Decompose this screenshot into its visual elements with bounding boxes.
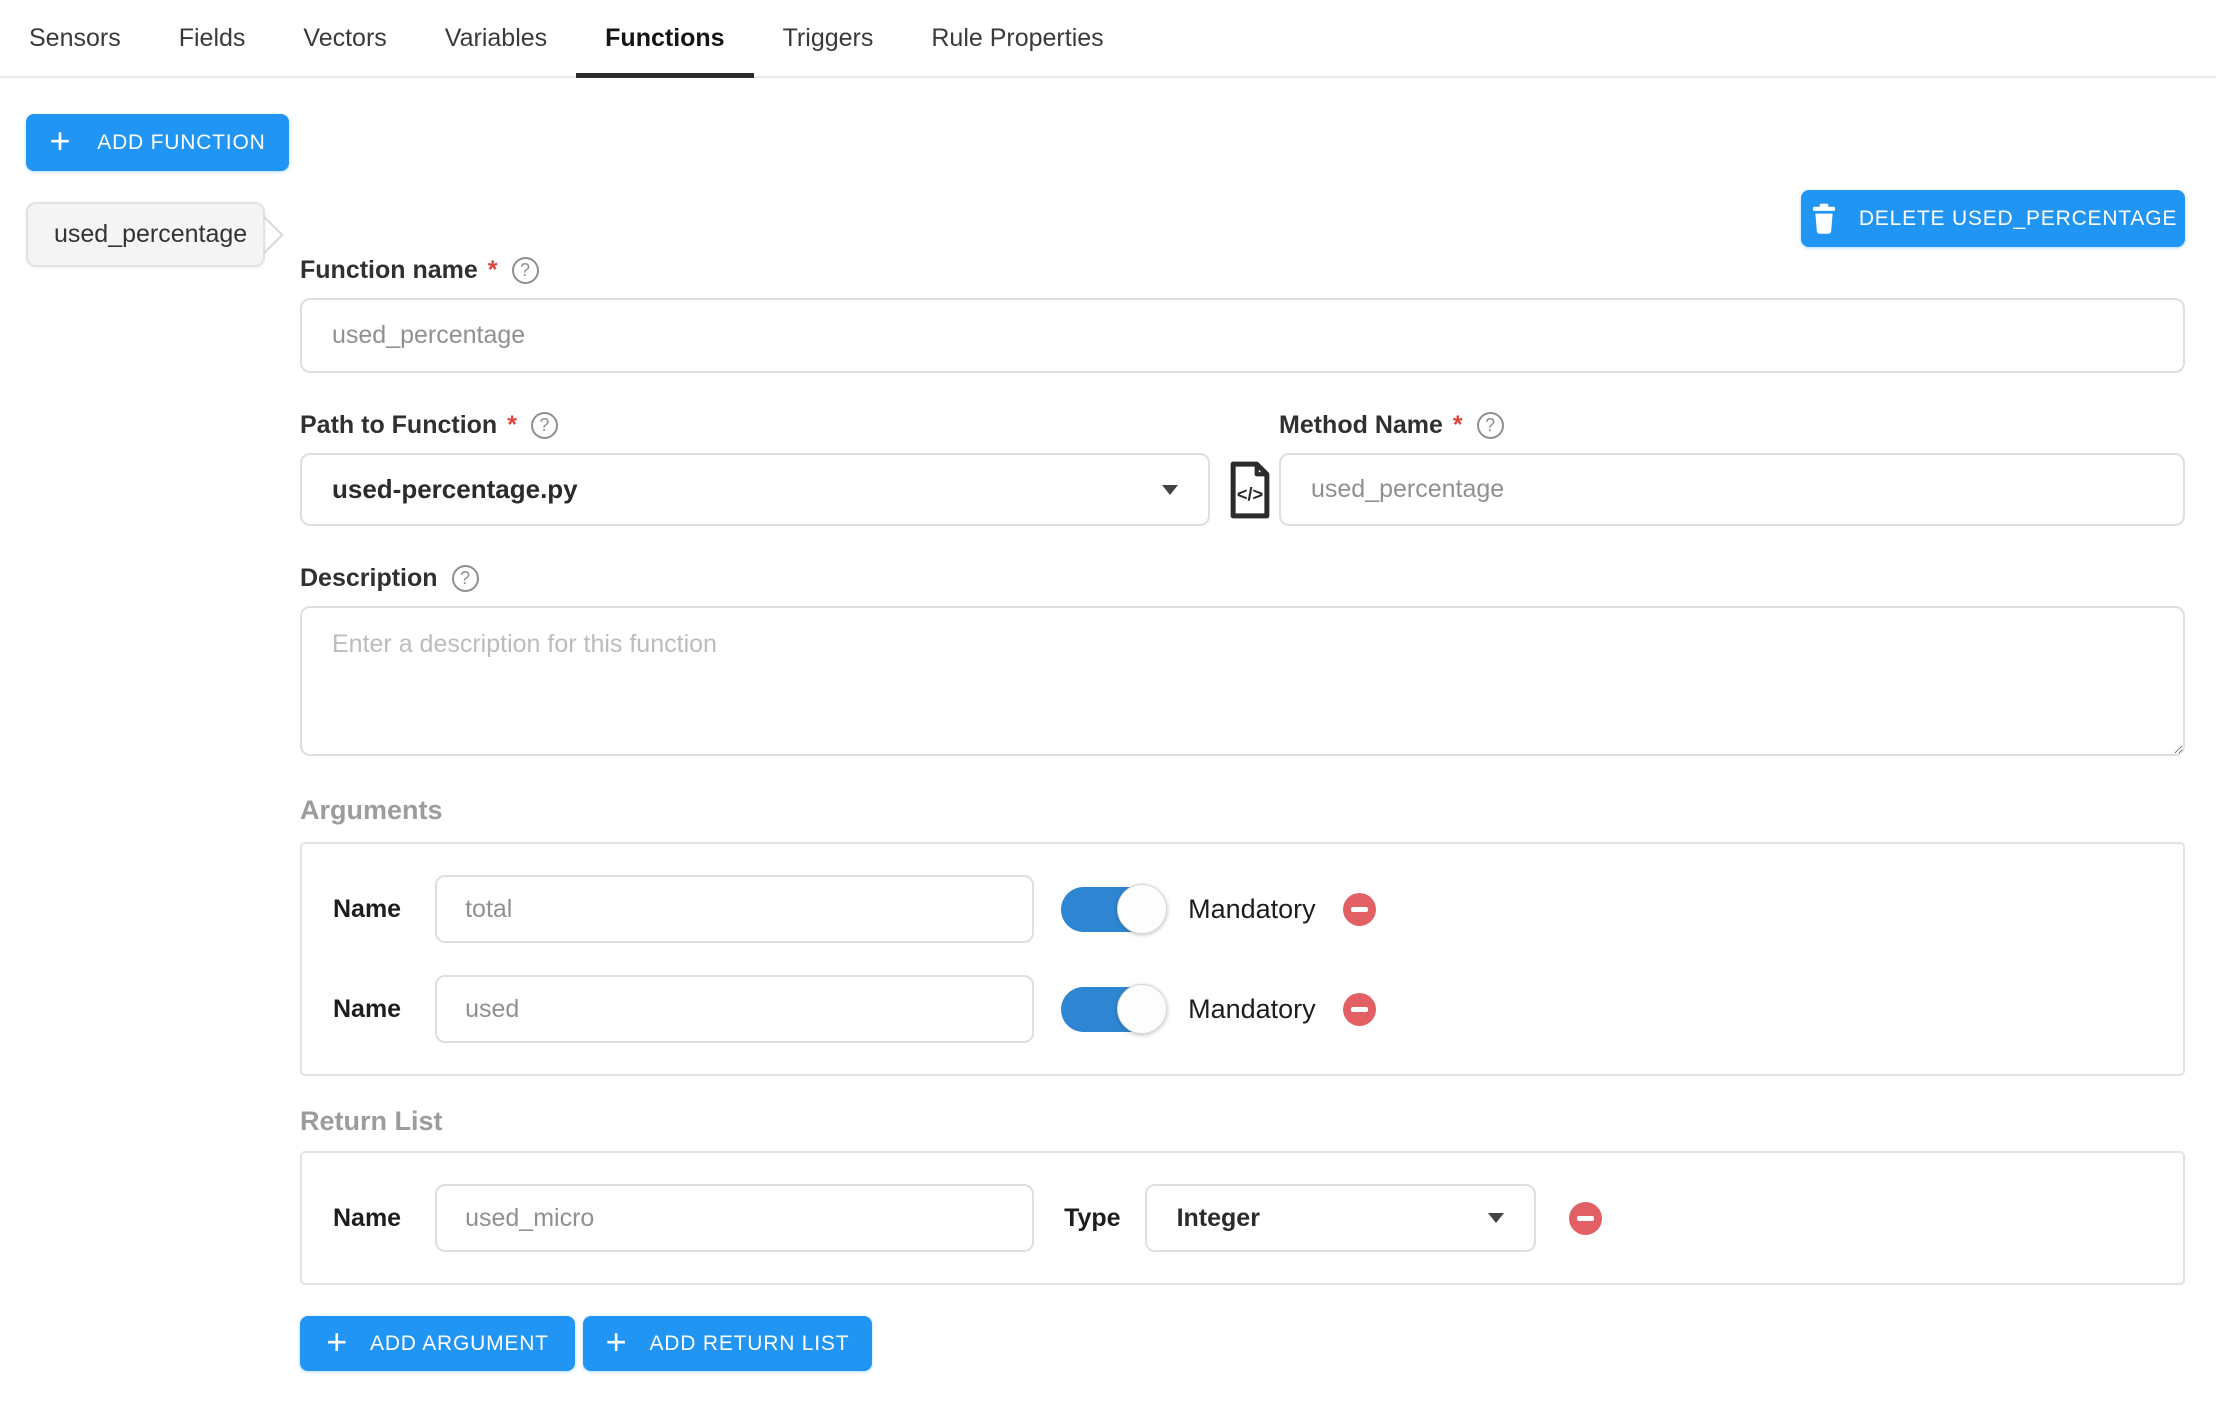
- argument-name-label: Name: [333, 895, 401, 924]
- function-form: Function name * ? Path to Function * ? u…: [300, 255, 2185, 1371]
- tab-rule-properties[interactable]: Rule Properties: [902, 0, 1132, 76]
- method-name-input[interactable]: [1279, 453, 2185, 526]
- delete-function-button[interactable]: DELETE USED_PERCENTAGE: [1801, 190, 2185, 247]
- code-file-icon: </>: [1227, 461, 1273, 519]
- tab-vectors[interactable]: Vectors: [274, 0, 415, 76]
- tab-functions[interactable]: Functions: [576, 0, 753, 76]
- help-question-icon[interactable]: ?: [512, 257, 539, 284]
- help-question-icon[interactable]: ?: [1477, 412, 1504, 439]
- argument-name-input[interactable]: [435, 875, 1034, 943]
- path-to-function-value: used-percentage.py: [332, 474, 578, 505]
- tab-fields[interactable]: Fields: [150, 0, 275, 76]
- description-textarea[interactable]: [300, 606, 2185, 756]
- tab-sensors[interactable]: Sensors: [0, 0, 150, 76]
- plus-icon: +: [606, 1324, 628, 1360]
- return-list-row: Name Type Integer: [302, 1184, 2183, 1252]
- help-question-icon[interactable]: ?: [452, 565, 479, 592]
- mandatory-toggle[interactable]: [1061, 987, 1164, 1032]
- required-asterisk: *: [1453, 411, 1463, 440]
- required-asterisk: *: [507, 411, 517, 440]
- function-name-label-text: Function name: [300, 256, 478, 285]
- tab-triggers[interactable]: Triggers: [754, 0, 903, 76]
- add-return-list-button[interactable]: + ADD RETURN LIST: [583, 1316, 872, 1371]
- argument-row: Name Mandatory: [302, 975, 2183, 1043]
- delete-function-label: DELETE USED_PERCENTAGE: [1859, 207, 2177, 231]
- mandatory-label: Mandatory: [1188, 994, 1316, 1025]
- mandatory-toggle[interactable]: [1061, 887, 1164, 932]
- mandatory-label: Mandatory: [1188, 894, 1316, 925]
- view-code-file-button[interactable]: </>: [1227, 461, 1273, 519]
- return-name-label: Name: [333, 1204, 401, 1233]
- return-list-box: Name Type Integer: [300, 1151, 2185, 1285]
- arguments-box: Name Mandatory Name Mandatory: [300, 842, 2185, 1076]
- toggle-knob: [1117, 884, 1167, 934]
- description-label-text: Description: [300, 564, 438, 593]
- chevron-down-icon: [1488, 1213, 1504, 1223]
- add-function-label: ADD FUNCTION: [97, 131, 265, 155]
- arguments-heading: Arguments: [300, 795, 2185, 827]
- function-name-label: Function name * ?: [300, 255, 2185, 285]
- toggle-knob: [1117, 984, 1167, 1034]
- chevron-down-icon: [1162, 485, 1178, 495]
- remove-argument-icon[interactable]: [1343, 993, 1376, 1026]
- svg-text:</>: </>: [1237, 485, 1263, 505]
- required-asterisk: *: [488, 256, 498, 285]
- tab-variables[interactable]: Variables: [416, 0, 576, 76]
- add-return-list-label: ADD RETURN LIST: [649, 1332, 849, 1356]
- remove-argument-icon[interactable]: [1343, 893, 1376, 926]
- plus-icon: +: [326, 1324, 348, 1360]
- return-list-heading: Return List: [300, 1106, 2185, 1138]
- plus-icon: +: [49, 123, 71, 159]
- return-type-value: Integer: [1177, 1204, 1260, 1233]
- add-argument-label: ADD ARGUMENT: [370, 1332, 549, 1356]
- path-to-function-select[interactable]: used-percentage.py: [300, 453, 1210, 526]
- path-to-function-label: Path to Function * ?: [300, 410, 1210, 440]
- path-to-function-label-text: Path to Function: [300, 411, 497, 440]
- help-question-icon[interactable]: ?: [531, 412, 558, 439]
- add-function-button[interactable]: + ADD FUNCTION: [26, 114, 289, 171]
- functions-panel: + ADD FUNCTION DELETE USED_PERCENTAGE us…: [0, 78, 2216, 1402]
- trash-icon: [1809, 203, 1839, 235]
- return-type-label: Type: [1064, 1204, 1121, 1233]
- argument-row: Name Mandatory: [302, 875, 2183, 943]
- function-list-item-used-percentage[interactable]: used_percentage: [26, 202, 265, 267]
- function-name-input[interactable]: [300, 298, 2185, 373]
- add-argument-button[interactable]: + ADD ARGUMENT: [300, 1316, 575, 1371]
- selected-pointer-arrow: [245, 215, 283, 253]
- method-name-label: Method Name * ?: [1279, 410, 2185, 440]
- return-type-select[interactable]: Integer: [1145, 1184, 1536, 1252]
- description-label: Description ?: [300, 563, 2185, 593]
- remove-return-icon[interactable]: [1569, 1202, 1602, 1235]
- argument-name-input[interactable]: [435, 975, 1034, 1043]
- return-name-input[interactable]: [435, 1184, 1034, 1252]
- tab-bar: Sensors Fields Vectors Variables Functio…: [0, 0, 2216, 78]
- method-name-label-text: Method Name: [1279, 411, 1443, 440]
- function-item-label: used_percentage: [54, 220, 247, 249]
- argument-name-label: Name: [333, 995, 401, 1024]
